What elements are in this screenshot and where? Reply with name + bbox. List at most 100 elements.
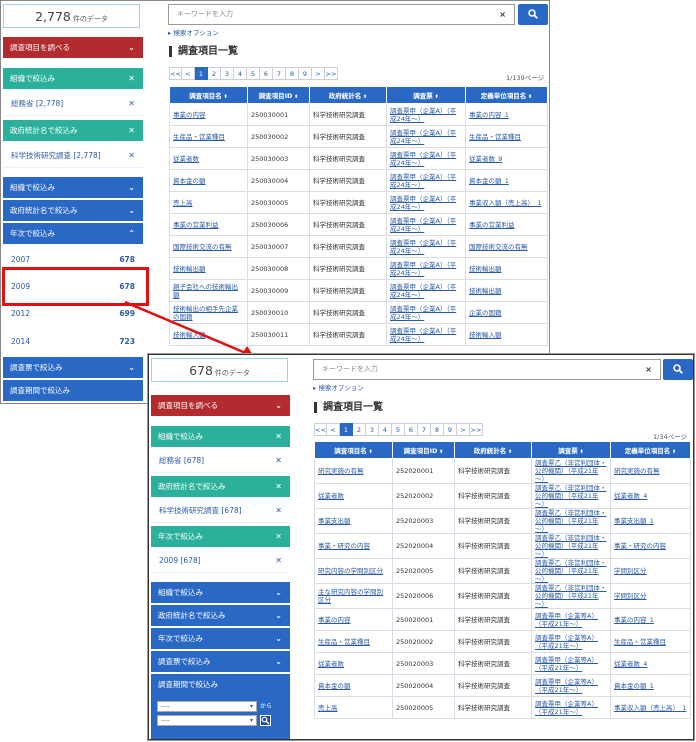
- table-cell-link[interactable]: 調査票乙（非営利団体・公的機関）（平成21年～）: [531, 583, 611, 609]
- research-items-label: 調査項目を調べる: [158, 401, 218, 410]
- page-link[interactable]: <<: [314, 423, 327, 436]
- table-cell: 科学技術研究調査: [454, 558, 532, 584]
- table-cell-link[interactable]: 事業収入額（売上高）_1: [610, 696, 691, 719]
- column-header[interactable]: 調査項目ID ⬍: [392, 441, 455, 459]
- close-icon[interactable]: ✕: [275, 426, 282, 447]
- filter-year-button[interactable]: 年次で絞込み ⌄: [151, 628, 290, 649]
- table-cell-link[interactable]: 従業者数: [314, 483, 393, 509]
- search-input[interactable]: キーワードを入力 ×: [313, 359, 661, 380]
- table-cell-link[interactable]: 事業支出額_1: [610, 508, 691, 534]
- page-link[interactable]: 2: [353, 423, 366, 436]
- table-cell-link[interactable]: 売上高: [314, 696, 393, 719]
- close-icon[interactable]: ✕: [275, 449, 282, 473]
- table-cell-link[interactable]: 調査票乙（非営利団体・公的機関）（平成21年～）: [531, 458, 611, 484]
- close-icon[interactable]: ✕: [275, 499, 282, 523]
- filter-survey-button[interactable]: 調査票で絞込み ⌄: [151, 651, 290, 672]
- filter-stat-active-label: 政府統計名で絞込み: [158, 482, 226, 491]
- table-cell-link[interactable]: 学問別区分: [610, 558, 691, 584]
- page-link[interactable]: 7: [418, 423, 431, 436]
- table-cell-link[interactable]: 生産品・営業種目: [314, 630, 393, 653]
- sort-icon[interactable]: ⬍: [670, 449, 676, 455]
- close-icon[interactable]: ✕: [275, 476, 282, 497]
- table-cell-link[interactable]: 学問別区分: [610, 583, 691, 609]
- page-link[interactable]: 3: [366, 423, 379, 436]
- result-count-unit: 件のデータ: [214, 369, 250, 377]
- research-items-button[interactable]: 調査項目を調べる ⌄: [151, 395, 290, 416]
- table-cell-link[interactable]: 事業・研究の内容: [314, 533, 393, 559]
- period-from-select[interactable]: ---- ▾: [157, 701, 257, 712]
- table-cell: 科学技術研究調査: [454, 583, 532, 609]
- sort-icon[interactable]: ⬍: [578, 449, 584, 455]
- table-cell: 科学技術研究調査: [454, 608, 532, 631]
- selected-org[interactable]: 総務省 [678] ✕: [151, 449, 290, 473]
- table-cell-link[interactable]: 調査票甲（企業等A）（平成21年～）: [531, 696, 611, 719]
- period-to-select[interactable]: ---- ▾: [157, 715, 257, 726]
- table-cell-link[interactable]: 従業者数_4: [610, 652, 691, 675]
- table-cell: 252020001: [392, 458, 455, 484]
- page-link[interactable]: 8: [431, 423, 444, 436]
- table-cell-link[interactable]: 事業・研究の内容: [610, 533, 691, 559]
- filter-org-active[interactable]: 組織で絞込み ✕: [151, 426, 290, 447]
- page-link[interactable]: 6: [405, 423, 418, 436]
- table-cell-link[interactable]: 資本金の額_1: [610, 674, 691, 697]
- column-header[interactable]: 政府統計名 ⬍: [454, 441, 532, 459]
- table-cell-link[interactable]: 調査票甲（企業等A）（平成21年～）: [531, 630, 611, 653]
- page-link[interactable]: >: [457, 423, 470, 436]
- clear-icon[interactable]: ×: [645, 360, 652, 379]
- table-cell: 科学技術研究調査: [454, 458, 532, 484]
- table-cell-link[interactable]: 研究実施の有無: [610, 458, 691, 484]
- sort-icon[interactable]: ⬍: [506, 449, 512, 455]
- pagination: << <1 2 3 4 5 6 7 8 9 > >>: [314, 423, 483, 436]
- page-link[interactable]: 4: [379, 423, 392, 436]
- page-link[interactable]: 9: [444, 423, 457, 436]
- chevron-down-icon: ⌄: [275, 611, 282, 620]
- page-link[interactable]: 5: [392, 423, 405, 436]
- table-cell-link[interactable]: 研究実施の有無: [314, 458, 393, 484]
- table-cell-link[interactable]: 調査票甲（企業等A）（平成21年～）: [531, 652, 611, 675]
- filter-stat-active[interactable]: 政府統計名で絞込み ✕: [151, 476, 290, 497]
- close-icon[interactable]: ✕: [275, 549, 282, 573]
- table-cell-link[interactable]: 調査票乙（非営利団体・公的機関）（平成21年～）: [531, 483, 611, 509]
- page-link[interactable]: >>: [470, 423, 483, 436]
- filter-year-active[interactable]: 年次で絞込み ✕: [151, 526, 290, 547]
- table-cell-link[interactable]: 研究内容の学問別区分: [314, 558, 393, 584]
- column-header[interactable]: 調査項目名 ⬍: [314, 441, 393, 459]
- table-cell-link[interactable]: 主な研究内容の学問別区分: [314, 583, 393, 609]
- column-header[interactable]: 定義単位項目名 ⬍: [610, 441, 691, 459]
- page-link[interactable]: <: [327, 423, 340, 436]
- period-search-button[interactable]: [260, 715, 271, 726]
- table-cell-link[interactable]: 調査票甲（企業等A）（平成21年～）: [531, 608, 611, 631]
- table-cell-link[interactable]: 調査票甲（企業等A）（平成21年～）: [531, 674, 611, 697]
- table-row: 研究実施の有無 252020001 科学技術研究調査 調査票乙（非営利団体・公的機関）…: [314, 458, 691, 484]
- table-cell-link[interactable]: 事業支出額: [314, 508, 393, 534]
- table-cell: 科学技術研究調査: [454, 483, 532, 509]
- table-header-row: 調査項目名 ⬍ 調査項目ID ⬍ 政府統計名 ⬍ 調査票 ⬍ 定義単位項目名 ⬍: [314, 441, 691, 459]
- close-icon[interactable]: ✕: [275, 526, 282, 547]
- table-cell-link[interactable]: 調査票乙（非営利団体・公的機関）（平成21年～）: [531, 508, 611, 534]
- search-icon: [261, 716, 270, 725]
- table-cell-link[interactable]: 従業者数_4: [610, 483, 691, 509]
- selected-stat[interactable]: 科学技術研究調査 [678] ✕: [151, 499, 290, 523]
- filter-stat-button[interactable]: 政府統計名で絞込み ⌄: [151, 605, 290, 626]
- selected-stat-label: 科学技術研究調査 [678]: [159, 506, 242, 515]
- table-cell-link[interactable]: 調査票乙（非営利団体・公的機関）（平成21年～）: [531, 558, 611, 584]
- filter-org-button[interactable]: 組織で絞込み ⌄: [151, 582, 290, 603]
- table-cell-link[interactable]: 従業者数: [314, 652, 393, 675]
- search-options-link[interactable]: ▸ 検索オプション: [313, 382, 364, 392]
- sort-icon[interactable]: ⬍: [367, 449, 373, 455]
- table-cell-link[interactable]: 生産品・営業種目: [610, 630, 691, 653]
- column-header[interactable]: 調査票 ⬍: [531, 441, 611, 459]
- table-cell-link[interactable]: 資本金の額: [314, 674, 393, 697]
- filter-year-active-label: 年次で絞込み: [158, 532, 203, 541]
- table-cell: 252020006: [392, 583, 455, 609]
- chevron-down-icon: ⌄: [275, 401, 282, 410]
- search-button[interactable]: [663, 359, 693, 380]
- table-cell-link[interactable]: 調査票乙（非営利団体・公的機関）（平成21年～）: [531, 533, 611, 559]
- table-cell-link[interactable]: 事業の内容_1: [610, 608, 691, 631]
- selected-year[interactable]: 2009 [678] ✕: [151, 549, 290, 573]
- filter-period-button[interactable]: 調査期間で絞込み: [151, 674, 290, 698]
- sort-icon[interactable]: ⬍: [437, 449, 443, 455]
- page-link[interactable]: 1: [340, 423, 353, 436]
- table-cell-link[interactable]: 事業の内容: [314, 608, 393, 631]
- table-row: 事業・研究の内容 252020004 科学技術研究調査 調査票乙（非営利団体・公的機関…: [314, 533, 691, 559]
